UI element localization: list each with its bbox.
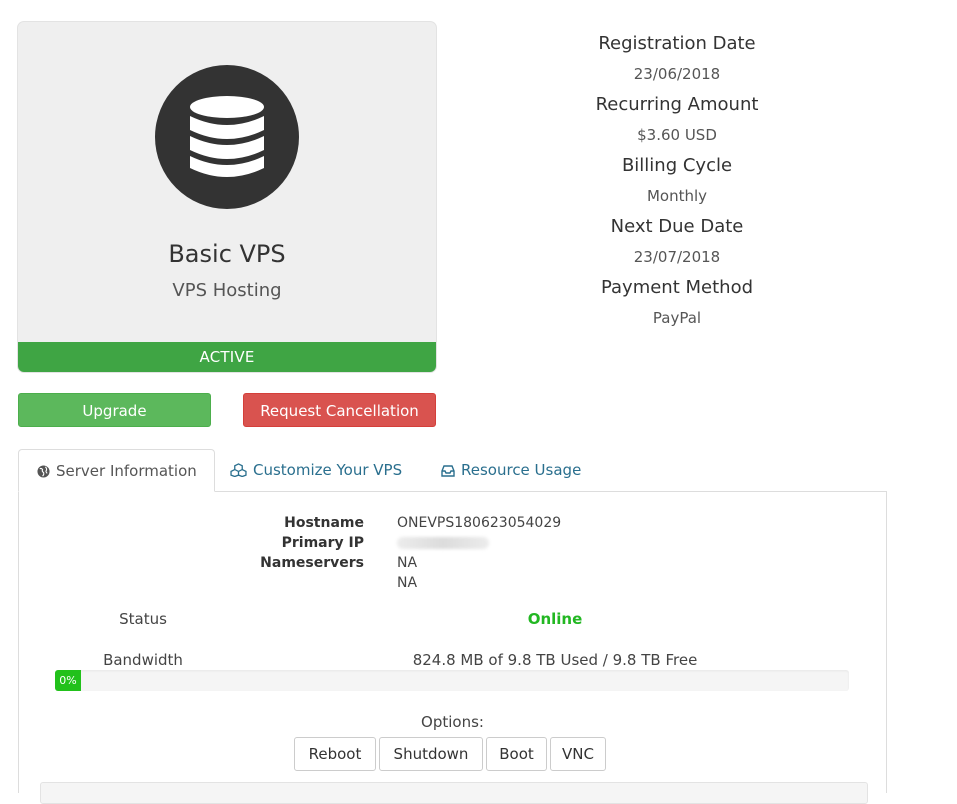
boot-button[interactable]: Boot bbox=[486, 737, 547, 771]
bandwidth-label: Bandwidth bbox=[103, 651, 183, 669]
tab-label: Server Information bbox=[56, 462, 197, 480]
recurring-amount-label: Recurring Amount bbox=[595, 94, 759, 115]
next-due-date-value: 23/07/2018 bbox=[633, 248, 721, 266]
product-group: VPS Hosting bbox=[172, 280, 282, 301]
inbox-icon bbox=[441, 465, 455, 477]
next-due-date-label: Next Due Date bbox=[610, 216, 744, 237]
cubes-icon bbox=[230, 463, 247, 478]
billing-cycle-label: Billing Cycle bbox=[621, 155, 733, 176]
request-cancellation-button[interactable]: Request Cancellation bbox=[243, 393, 436, 427]
hostname-value: ONEVPS180623054029 bbox=[397, 515, 562, 531]
registration-date-label: Registration Date bbox=[598, 33, 756, 54]
billing-cycle-value: Monthly bbox=[646, 187, 708, 205]
globe-icon bbox=[37, 465, 50, 478]
payment-method-value: PayPal bbox=[652, 309, 702, 327]
server-status-value: Online bbox=[527, 610, 583, 628]
shutdown-button[interactable]: Shutdown bbox=[379, 737, 483, 771]
registration-date-value: 23/06/2018 bbox=[633, 65, 721, 83]
primary-ip-label: Primary IP bbox=[281, 535, 364, 551]
vnc-button[interactable]: VNC bbox=[550, 737, 606, 771]
server-information-panel: Hostname ONEVPS180623054029 Primary IP N… bbox=[18, 491, 887, 804]
bandwidth-progress-bar: 0% bbox=[55, 670, 849, 691]
nameserver-2: NA bbox=[397, 575, 418, 591]
billing-details: Registration Date 23/06/2018 Recurring A… bbox=[530, 30, 824, 335]
tab-customize-vps[interactable]: Customize Your VPS bbox=[230, 449, 402, 492]
tab-label: Customize Your VPS bbox=[253, 461, 403, 479]
payment-method-label: Payment Method bbox=[600, 277, 754, 298]
nameservers-label: Nameservers bbox=[260, 555, 364, 571]
upgrade-button[interactable]: Upgrade bbox=[18, 393, 211, 427]
options-label: Options: bbox=[421, 713, 484, 731]
bandwidth-usage-text: 824.8 MB of 9.8 TB Used / 9.8 TB Free bbox=[412, 651, 698, 669]
database-icon bbox=[155, 65, 299, 209]
recurring-amount-value: $3.60 USD bbox=[637, 126, 717, 144]
nameserver-1: NA bbox=[397, 555, 418, 571]
status-badge: ACTIVE bbox=[18, 342, 436, 372]
product-name: Basic VPS bbox=[168, 240, 286, 268]
product-card: Basic VPS VPS Hosting ACTIVE bbox=[18, 22, 436, 372]
console-area bbox=[40, 782, 868, 804]
hostname-label: Hostname bbox=[284, 515, 364, 531]
status-label: Status bbox=[119, 610, 167, 628]
redacted-ip bbox=[397, 537, 489, 549]
bandwidth-progress-fill: 0% bbox=[55, 670, 81, 691]
tab-server-information[interactable]: Server Information bbox=[18, 449, 215, 492]
tab-label: Resource Usage bbox=[461, 461, 582, 479]
reboot-button[interactable]: Reboot bbox=[294, 737, 376, 771]
primary-ip-value bbox=[397, 535, 489, 551]
tab-resource-usage[interactable]: Resource Usage bbox=[441, 449, 581, 492]
